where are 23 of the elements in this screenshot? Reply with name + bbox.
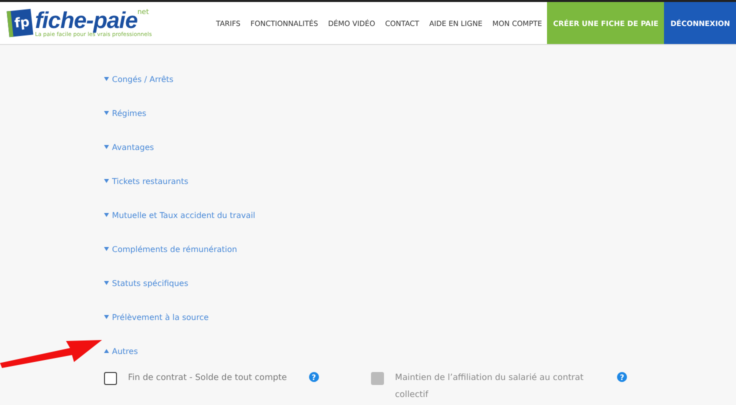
checkbox[interactable] bbox=[104, 372, 117, 385]
caret-icon bbox=[104, 77, 109, 81]
section-toggle[interactable]: Compléments de rémunération bbox=[104, 232, 238, 266]
option-label: Maintien de l’affiliation du salarié au contrat collectif bbox=[395, 372, 584, 402]
caret-icon bbox=[104, 247, 109, 251]
logo-badge: fp bbox=[6, 8, 34, 38]
caret-icon bbox=[104, 349, 109, 353]
section-toggle[interactable]: Statuts spécifiques bbox=[104, 266, 188, 300]
caret-icon bbox=[104, 281, 109, 285]
section-toggle[interactable]: Tickets restaurants bbox=[104, 164, 188, 198]
caret-icon bbox=[104, 213, 109, 217]
section-toggle[interactable]: Congés / Arrêts bbox=[104, 62, 174, 96]
section-toggle[interactable]: Autres bbox=[104, 334, 138, 368]
logo-name: fiche-paie bbox=[35, 8, 138, 32]
caret-icon bbox=[104, 111, 109, 115]
caret-icon bbox=[104, 315, 109, 319]
section-toggle[interactable]: Régimes bbox=[104, 96, 146, 130]
caret-icon bbox=[104, 145, 109, 149]
caret-icon bbox=[104, 179, 109, 183]
option-label: Fin de contrat - Solde de tout compte bbox=[128, 372, 287, 385]
section-toggle[interactable]: Avantages bbox=[104, 130, 154, 164]
section-toggle[interactable]: Mutuelle et Taux accident du travail bbox=[104, 198, 256, 232]
section-toggle[interactable]: Prélèvement à la source bbox=[104, 300, 209, 334]
